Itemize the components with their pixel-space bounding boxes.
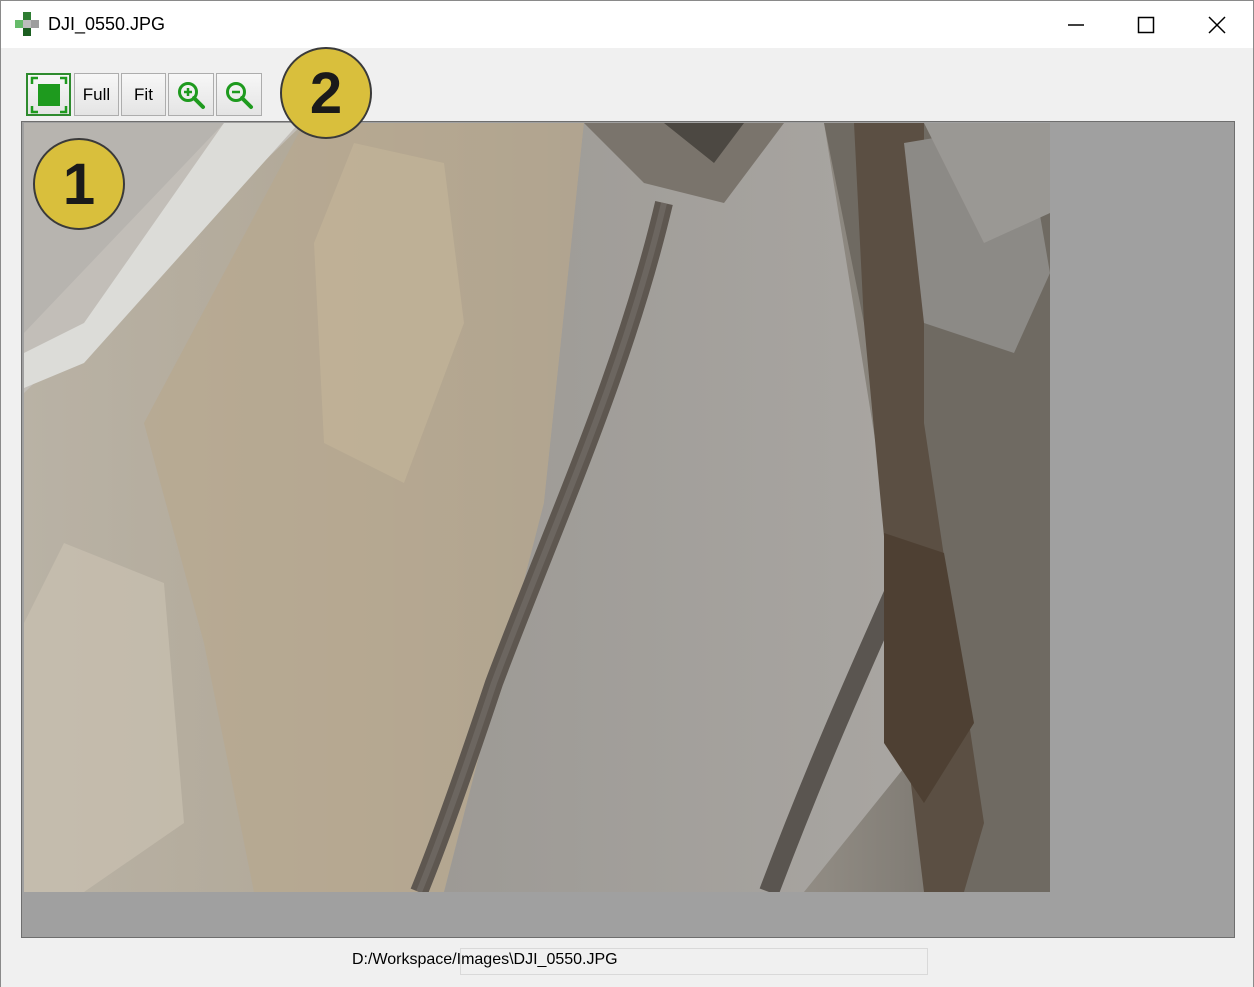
aerial-photo [24,123,1050,892]
fit-button[interactable]: Fit [121,73,166,116]
app-icon [15,12,39,36]
image-viewport[interactable] [21,121,1235,938]
callout-marker-2: 2 [280,47,372,139]
status-bar: D:/Workspace/Images\DJI_0550.JPG [1,939,1253,987]
minimize-icon [1068,23,1084,26]
image-viewer-window: DJI_0550.JPG Full Fit D:/Workspace/Image… [0,0,1254,987]
maximize-button[interactable] [1111,1,1181,48]
status-field [460,948,928,975]
maximize-icon [1137,16,1155,33]
zoom-in-icon [178,81,205,109]
fit-to-window-button[interactable] [26,73,71,116]
zoom-out-button[interactable] [216,73,262,116]
toolbar: Full Fit [1,48,1253,122]
full-size-button[interactable]: Full [74,73,119,116]
close-icon [1208,15,1226,34]
close-button[interactable] [1182,1,1252,48]
fit-window-icon [30,76,67,113]
callout-marker-1: 1 [33,138,125,230]
title-bar[interactable]: DJI_0550.JPG [1,1,1253,48]
minimize-button[interactable] [1041,1,1111,48]
zoom-out-icon [226,81,253,109]
zoom-in-button[interactable] [168,73,214,116]
window-title: DJI_0550.JPG [48,14,166,34]
